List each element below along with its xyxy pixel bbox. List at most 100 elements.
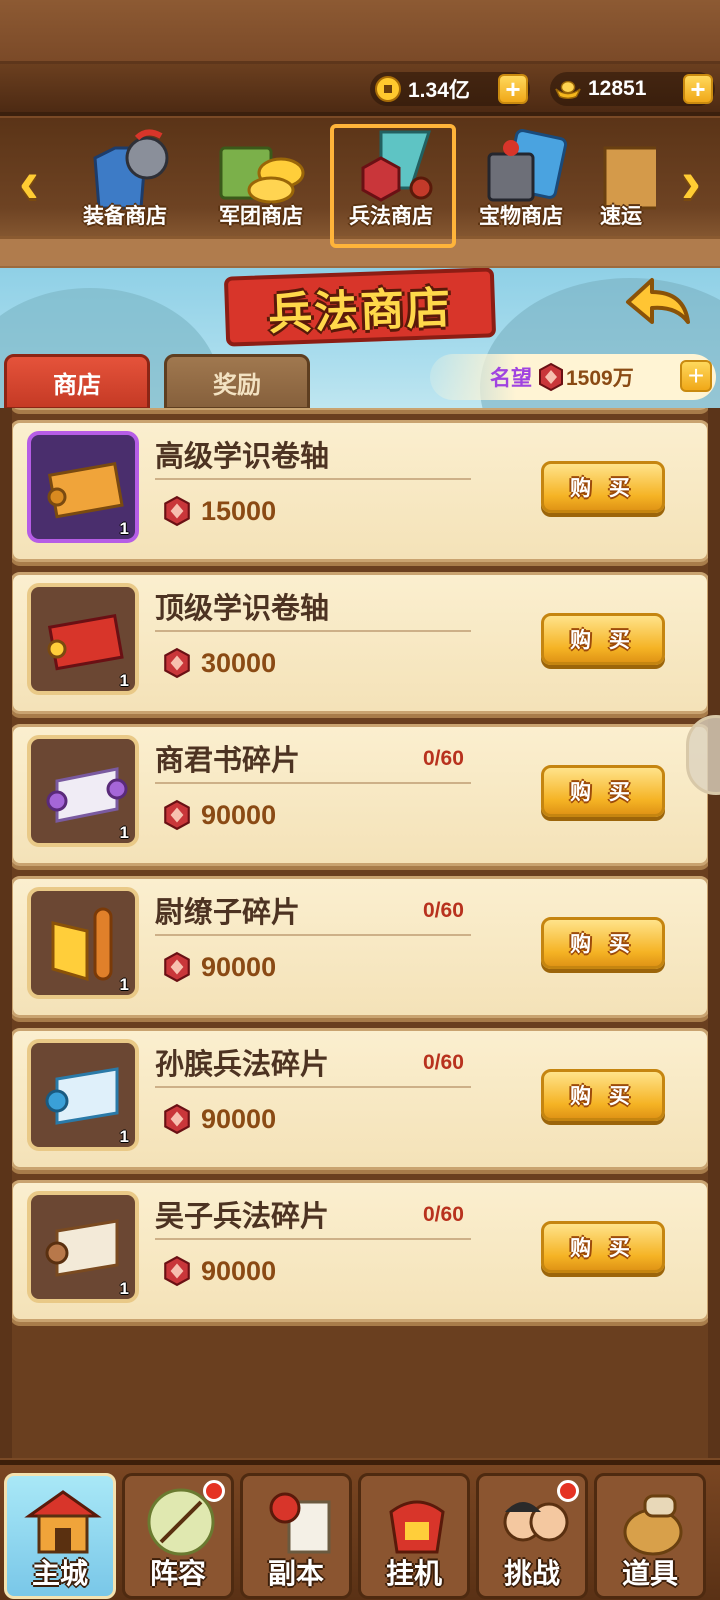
- main-city-icon: [24, 1490, 102, 1554]
- scroll-icon: [45, 1067, 119, 1125]
- item-progress: 0/60: [423, 1203, 464, 1226]
- shop-item-row: 1 顶级学识卷轴 30000 购 买: [10, 572, 710, 714]
- idle-icon: [389, 1500, 445, 1554]
- tab-treasure-shop[interactable]: 宝物商店: [456, 122, 586, 252]
- item-progress: 0/60: [423, 1051, 464, 1074]
- item-price: 90000: [161, 1103, 276, 1135]
- ingot-value: 12851: [588, 77, 647, 100]
- top-bar: [0, 0, 720, 64]
- add-gold-button[interactable]: +: [498, 74, 528, 104]
- price-value: 15000: [201, 495, 277, 526]
- fame-gem-icon: [164, 495, 190, 527]
- shop-title: 兵法商店: [267, 283, 453, 340]
- tab-strategy-shop[interactable]: 兵法商店: [326, 122, 456, 252]
- item-thumbnail[interactable]: 1: [27, 583, 139, 695]
- shop-item-row: 1 高级学识卷轴 15000 购 买: [10, 420, 710, 562]
- item-price: 90000: [161, 1255, 276, 1287]
- item-count: 1: [119, 671, 129, 690]
- item-name: 高级学识卷轴: [155, 441, 330, 473]
- shop-title-plate: 兵法商店: [223, 268, 497, 347]
- scroll-icon: [47, 462, 124, 519]
- scroll-icon: [47, 614, 124, 671]
- item-count: 1: [119, 975, 129, 994]
- shop-banner: 兵法商店 商店 奖励 名望 1509万 +: [0, 268, 720, 408]
- shop-item-row: 1 商君书碎片 0/60 90000 购 买: [10, 724, 710, 866]
- nav-dungeon[interactable]: 副本: [240, 1473, 352, 1599]
- scroll-icon: [51, 907, 113, 982]
- gold-counter: 1.34亿 +: [370, 72, 530, 106]
- fame-gem-icon: [164, 951, 190, 983]
- buy-button[interactable]: 购 买: [541, 765, 665, 817]
- tab-shop[interactable]: 商店: [4, 354, 150, 408]
- item-name: 尉缭子碎片: [155, 897, 301, 929]
- fame-gem-icon: [539, 362, 563, 392]
- prev-shop-arrow-icon[interactable]: ‹: [6, 146, 52, 216]
- item-price: 30000: [161, 647, 276, 679]
- fame-gem-icon: [164, 799, 190, 831]
- price-value: 90000: [201, 1255, 277, 1286]
- price-value: 90000: [201, 1103, 277, 1134]
- item-count: 1: [119, 1127, 129, 1146]
- tab-reward[interactable]: 奖励: [164, 354, 310, 408]
- shop-tab-strip: ‹ 装备商店 军团商店 兵法商店 宝物商店 速运 ›: [0, 118, 720, 268]
- item-name: 孙膑兵法碎片: [155, 1049, 330, 1081]
- nav-challenge[interactable]: 挑战: [476, 1473, 588, 1599]
- items-bag-icon: [623, 1494, 683, 1556]
- tab-express-shop[interactable]: 速运: [586, 122, 656, 252]
- item-name: 商君书碎片: [155, 745, 301, 777]
- buy-button[interactable]: 购 买: [541, 1221, 665, 1273]
- price-value: 90000: [201, 799, 277, 830]
- item-thumbnail[interactable]: 1: [27, 1191, 139, 1303]
- side-drawer-handle[interactable]: [686, 715, 720, 795]
- item-progress: 0/60: [423, 899, 464, 922]
- bottom-nav: 主城 阵容 副本 挂机 挑战 道具: [0, 1460, 720, 1600]
- buy-button[interactable]: 购 买: [541, 1069, 665, 1121]
- item-list[interactable]: 16000购 买 1 高级学识卷轴 15000 购 买 1 顶级学识卷轴 30000 购 买 1 商…: [0, 408, 720, 1458]
- tab-equipment-shop[interactable]: 装备商店: [60, 122, 190, 252]
- notification-dot: [203, 1480, 225, 1502]
- scroll-icon: [45, 1219, 119, 1277]
- nav-items[interactable]: 道具: [594, 1473, 706, 1599]
- shop-item-row: 16000购 买: [10, 408, 710, 410]
- fame-gem-icon: [164, 1255, 190, 1287]
- fame-label: 名望: [490, 367, 532, 390]
- item-count: 1: [119, 1279, 129, 1298]
- resource-bar: 1.34亿 + 12851 +: [0, 64, 720, 116]
- price-value: 90000: [201, 951, 277, 982]
- gold-coin-icon: [374, 75, 402, 103]
- item-thumbnail[interactable]: 1: [27, 431, 139, 543]
- buy-button[interactable]: 购 买: [541, 613, 665, 665]
- item-progress: 0/60: [423, 747, 464, 770]
- next-shop-arrow-icon[interactable]: ›: [668, 146, 714, 216]
- shop-item-row: 1 孙膑兵法碎片 0/60 90000 购 买: [10, 1028, 710, 1170]
- item-price: 90000: [161, 951, 276, 983]
- item-thumbnail[interactable]: 1: [27, 735, 139, 847]
- nav-label: 挂机: [385, 1558, 442, 1589]
- back-arrow-icon[interactable]: [622, 274, 694, 334]
- nav-label: 主城: [31, 1558, 88, 1589]
- tab-legion-shop[interactable]: 军团商店: [196, 122, 326, 252]
- item-thumbnail[interactable]: 1: [27, 1039, 139, 1151]
- dungeon-icon: [269, 1492, 331, 1554]
- item-price: 90000: [161, 799, 276, 831]
- add-fame-button[interactable]: +: [680, 360, 712, 392]
- scroll-icon: [46, 767, 128, 823]
- nav-main-city[interactable]: 主城: [4, 1473, 116, 1599]
- nav-lineup[interactable]: 阵容: [122, 1473, 234, 1599]
- buy-button[interactable]: 购 买: [541, 461, 665, 513]
- item-thumbnail[interactable]: 1: [27, 887, 139, 999]
- nav-idle[interactable]: 挂机: [358, 1473, 470, 1599]
- item-count: 1: [119, 823, 129, 842]
- item-name: 顶级学识卷轴: [155, 593, 330, 625]
- gold-ingot-icon: [554, 75, 582, 103]
- shop-item-row: 1 尉缭子碎片 0/60 90000 购 买: [10, 876, 710, 1018]
- add-ingot-button[interactable]: +: [683, 74, 713, 104]
- nav-label: 挑战: [503, 1558, 560, 1589]
- item-count: 1: [119, 519, 129, 538]
- price-value: 30000: [201, 647, 277, 678]
- fame-gem-icon: [164, 1103, 190, 1135]
- buy-button[interactable]: 购 买: [541, 917, 665, 969]
- notification-dot: [557, 1480, 579, 1502]
- nav-label: 副本: [267, 1558, 324, 1589]
- fame-value: 1509万: [566, 367, 634, 390]
